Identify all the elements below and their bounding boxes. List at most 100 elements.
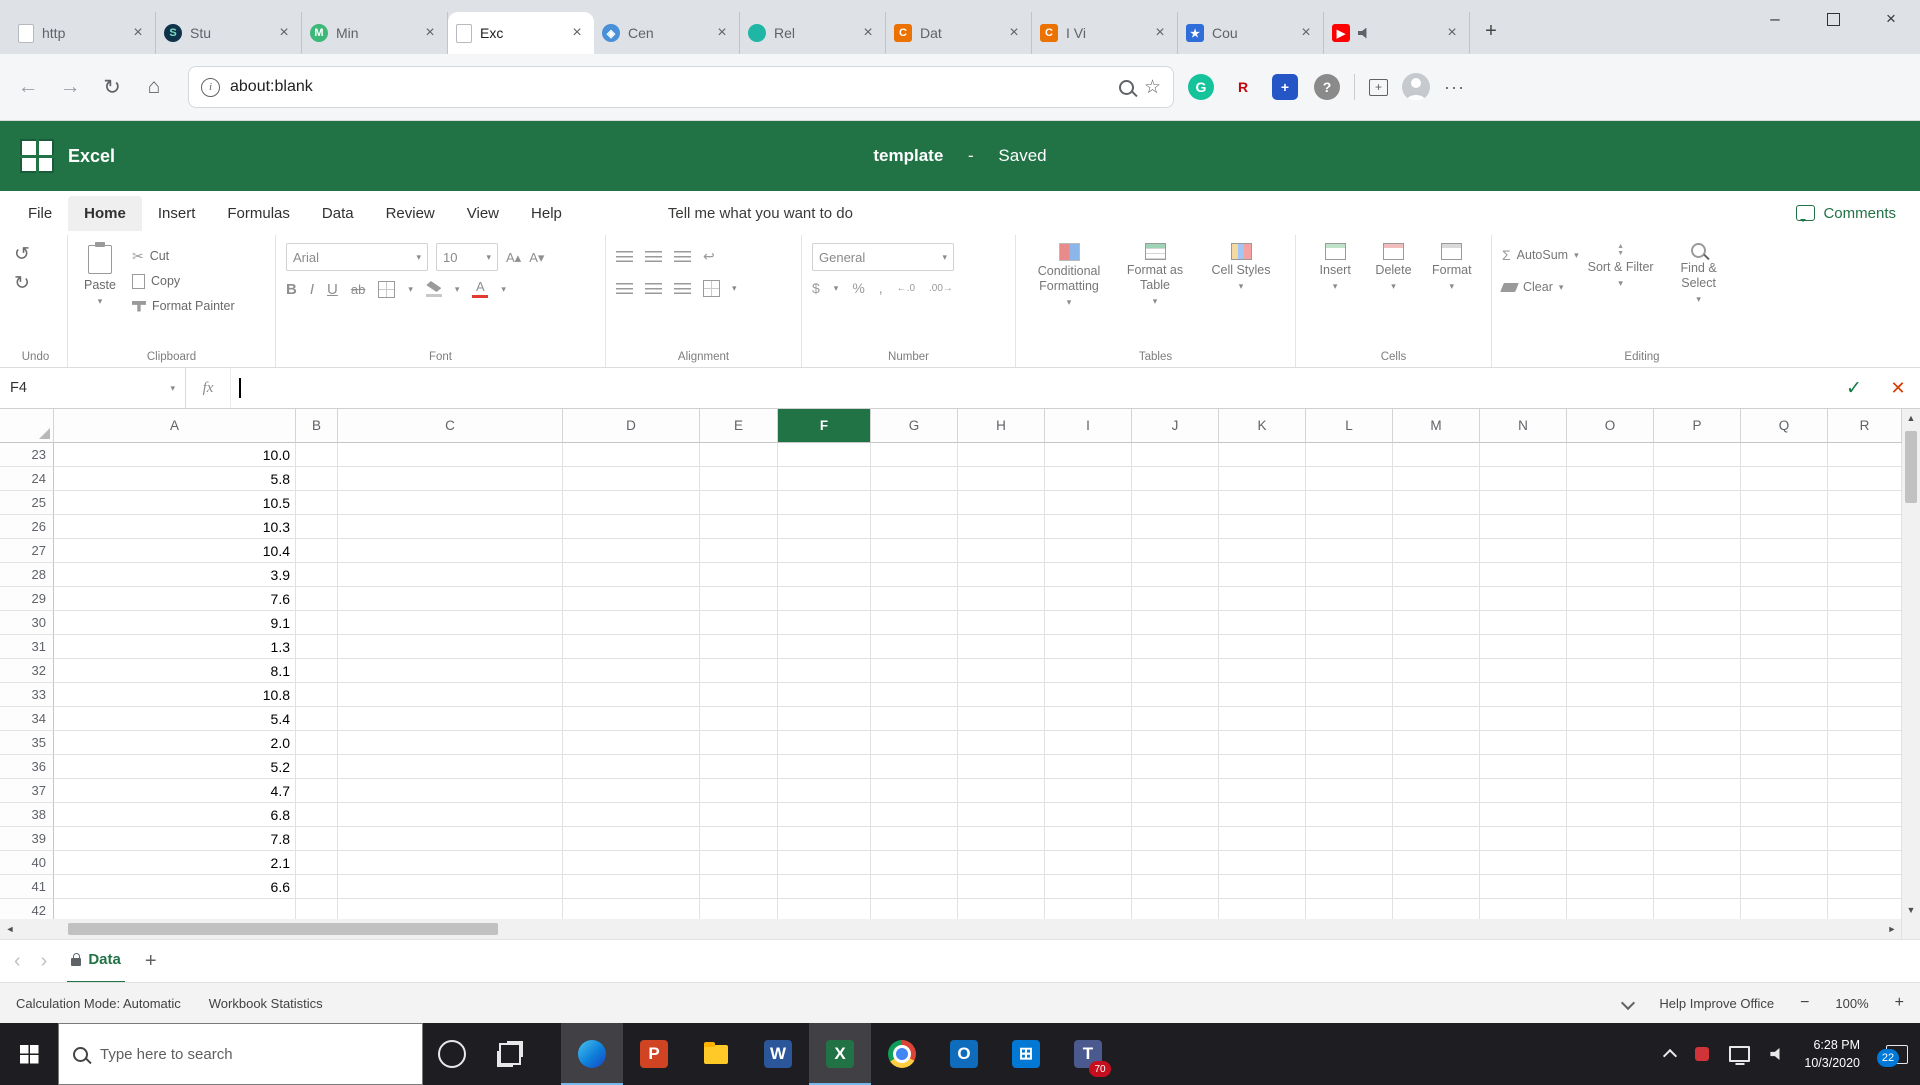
cell-O29[interactable] bbox=[1567, 587, 1654, 611]
fx-icon[interactable]: fx bbox=[186, 368, 231, 408]
cell-E23[interactable] bbox=[700, 443, 778, 467]
cell-G35[interactable] bbox=[871, 731, 958, 755]
cell-I33[interactable] bbox=[1045, 683, 1132, 707]
cell-O32[interactable] bbox=[1567, 659, 1654, 683]
cell-D26[interactable] bbox=[563, 515, 700, 539]
cell-F40[interactable] bbox=[778, 851, 871, 875]
cell-L26[interactable] bbox=[1306, 515, 1393, 539]
word-taskbar-button[interactable]: W bbox=[747, 1023, 809, 1085]
strikethrough-button[interactable]: ab bbox=[351, 282, 365, 297]
audio-icon[interactable] bbox=[1358, 28, 1371, 39]
row-header-34[interactable]: 34 bbox=[0, 707, 54, 731]
forward-button[interactable]: → bbox=[56, 75, 84, 99]
help-improve-office[interactable]: Help Improve Office bbox=[1659, 996, 1774, 1011]
next-sheet-button[interactable]: › bbox=[41, 950, 48, 973]
row-header-42[interactable]: 42 bbox=[0, 899, 54, 919]
wrap-text-button[interactable]: ↩ bbox=[703, 248, 715, 265]
cell-F30[interactable] bbox=[778, 611, 871, 635]
cell-A31[interactable]: 1.3 bbox=[54, 635, 296, 659]
cell-H26[interactable] bbox=[958, 515, 1045, 539]
tab-close-icon[interactable]: × bbox=[129, 24, 147, 42]
row-header-36[interactable]: 36 bbox=[0, 755, 54, 779]
cell-N24[interactable] bbox=[1480, 467, 1567, 491]
cell-O28[interactable] bbox=[1567, 563, 1654, 587]
cell-Q25[interactable] bbox=[1741, 491, 1828, 515]
cell-L24[interactable] bbox=[1306, 467, 1393, 491]
format-cells-button[interactable]: Format ▾ bbox=[1423, 243, 1481, 345]
cell-H28[interactable] bbox=[958, 563, 1045, 587]
cell-O33[interactable] bbox=[1567, 683, 1654, 707]
add-sheet-button[interactable]: + bbox=[145, 950, 157, 973]
cell-B25[interactable] bbox=[296, 491, 338, 515]
cell-N41[interactable] bbox=[1480, 875, 1567, 899]
cell-P39[interactable] bbox=[1654, 827, 1741, 851]
cell-J34[interactable] bbox=[1132, 707, 1219, 731]
cell-I38[interactable] bbox=[1045, 803, 1132, 827]
edge-taskbar-button[interactable] bbox=[561, 1023, 623, 1085]
cell-I23[interactable] bbox=[1045, 443, 1132, 467]
cell-F24[interactable] bbox=[778, 467, 871, 491]
cell-R26[interactable] bbox=[1828, 515, 1902, 539]
merge-center-button[interactable] bbox=[703, 280, 720, 297]
cell-R23[interactable] bbox=[1828, 443, 1902, 467]
cell-C33[interactable] bbox=[338, 683, 563, 707]
cell-L29[interactable] bbox=[1306, 587, 1393, 611]
align-bottom-button[interactable] bbox=[674, 251, 691, 262]
cell-B28[interactable] bbox=[296, 563, 338, 587]
scroll-up-icon[interactable]: ▲ bbox=[1902, 409, 1920, 427]
cell-A30[interactable]: 9.1 bbox=[54, 611, 296, 635]
cell-N34[interactable] bbox=[1480, 707, 1567, 731]
tab-close-icon[interactable]: × bbox=[1151, 24, 1169, 42]
tab-close-icon[interactable]: × bbox=[859, 24, 877, 42]
cell-I27[interactable] bbox=[1045, 539, 1132, 563]
browser-tab[interactable]: Exc× bbox=[448, 12, 594, 54]
action-center-button[interactable]: 22 bbox=[1886, 1045, 1908, 1064]
cortana-button[interactable] bbox=[423, 1023, 481, 1085]
help-icon[interactable]: ? bbox=[1314, 74, 1340, 100]
cell-B30[interactable] bbox=[296, 611, 338, 635]
cell-R39[interactable] bbox=[1828, 827, 1902, 851]
decrease-decimal-button[interactable]: .00→ bbox=[929, 283, 953, 294]
browser-tab[interactable]: MMin× bbox=[302, 12, 448, 54]
cell-Q32[interactable] bbox=[1741, 659, 1828, 683]
row-header-29[interactable]: 29 bbox=[0, 587, 54, 611]
cell-F41[interactable] bbox=[778, 875, 871, 899]
minimize-button[interactable]: – bbox=[1746, 0, 1804, 38]
cell-P32[interactable] bbox=[1654, 659, 1741, 683]
cell-C26[interactable] bbox=[338, 515, 563, 539]
cell-C38[interactable] bbox=[338, 803, 563, 827]
cell-R35[interactable] bbox=[1828, 731, 1902, 755]
cell-H36[interactable] bbox=[958, 755, 1045, 779]
cell-L25[interactable] bbox=[1306, 491, 1393, 515]
cell-G32[interactable] bbox=[871, 659, 958, 683]
browser-tab[interactable]: CDat× bbox=[886, 12, 1032, 54]
cell-A41[interactable]: 6.6 bbox=[54, 875, 296, 899]
row-header-31[interactable]: 31 bbox=[0, 635, 54, 659]
column-header-L[interactable]: L bbox=[1306, 409, 1393, 443]
scroll-right-icon[interactable]: ► bbox=[1882, 924, 1902, 934]
cell-H35[interactable] bbox=[958, 731, 1045, 755]
cell-I34[interactable] bbox=[1045, 707, 1132, 731]
align-left-button[interactable] bbox=[616, 283, 633, 294]
cell-G30[interactable] bbox=[871, 611, 958, 635]
cell-O40[interactable] bbox=[1567, 851, 1654, 875]
cell-L40[interactable] bbox=[1306, 851, 1393, 875]
grammarly-icon[interactable]: G bbox=[1188, 74, 1214, 100]
cell-I31[interactable] bbox=[1045, 635, 1132, 659]
cell-F25[interactable] bbox=[778, 491, 871, 515]
cell-E34[interactable] bbox=[700, 707, 778, 731]
cell-B27[interactable] bbox=[296, 539, 338, 563]
cell-Q28[interactable] bbox=[1741, 563, 1828, 587]
calendar-taskbar-button[interactable]: ⊞ bbox=[995, 1023, 1057, 1085]
cell-H33[interactable] bbox=[958, 683, 1045, 707]
cell-H31[interactable] bbox=[958, 635, 1045, 659]
cell-N40[interactable] bbox=[1480, 851, 1567, 875]
cell-D28[interactable] bbox=[563, 563, 700, 587]
cell-Q27[interactable] bbox=[1741, 539, 1828, 563]
cell-B32[interactable] bbox=[296, 659, 338, 683]
cell-R27[interactable] bbox=[1828, 539, 1902, 563]
cell-A38[interactable]: 6.8 bbox=[54, 803, 296, 827]
cell-O34[interactable] bbox=[1567, 707, 1654, 731]
row-header-33[interactable]: 33 bbox=[0, 683, 54, 707]
cell-R25[interactable] bbox=[1828, 491, 1902, 515]
